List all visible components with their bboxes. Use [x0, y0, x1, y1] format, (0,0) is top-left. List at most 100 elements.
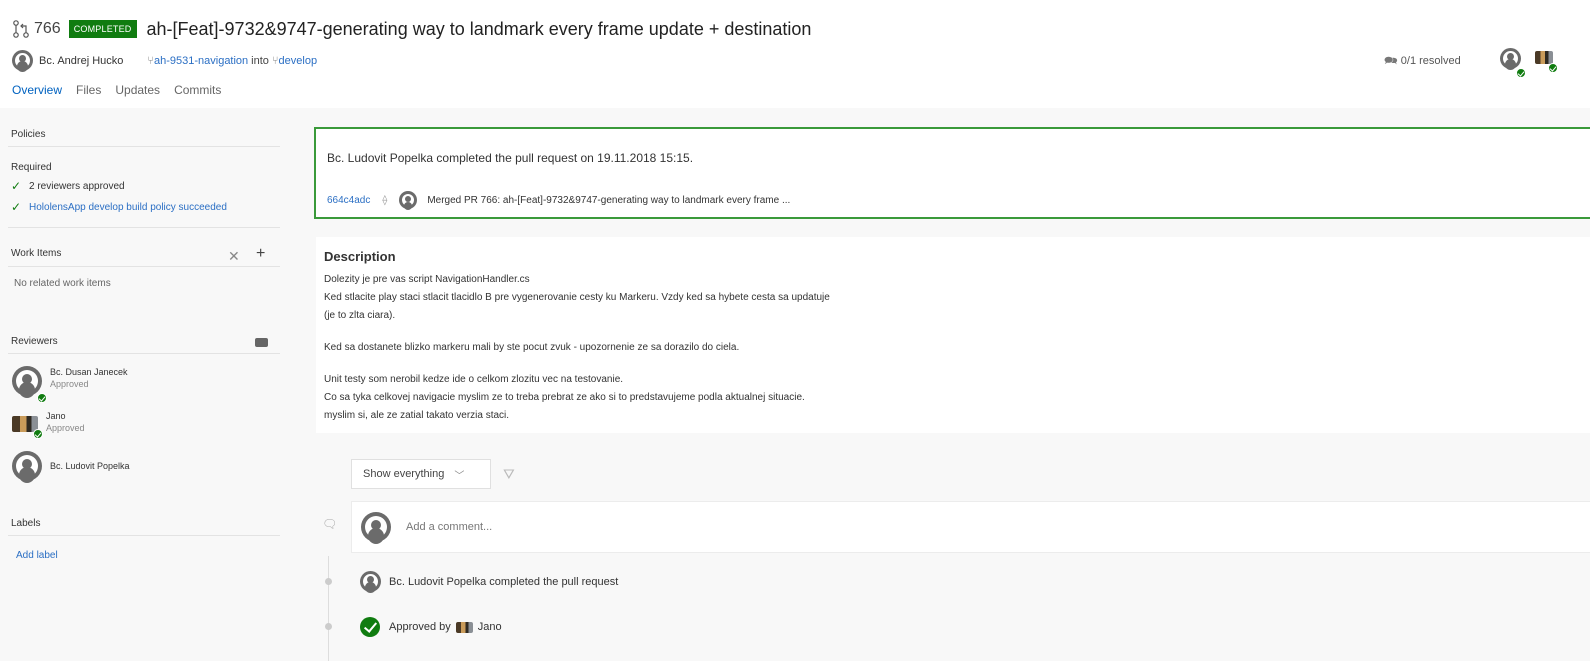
- approved-check-icon: [360, 617, 380, 637]
- merge-commit-row: 664c4adc ⟠ Merged PR 766: ah-[Feat]-9732…: [327, 191, 790, 209]
- avatar: [12, 366, 42, 396]
- target-branch-link[interactable]: develop: [279, 55, 318, 67]
- timeline-event: Bc. Ludovit Popelka completed the pull r…: [360, 571, 618, 592]
- title-row: 766 COMPLETED ah-[Feat]-9732&9747-genera…: [12, 17, 811, 41]
- reviewer-status: Approved: [46, 423, 85, 433]
- reviewer-item[interactable]: Bc. Dusan Janecek Approved: [12, 366, 128, 403]
- author-avatar: [12, 50, 33, 71]
- description-line: Ked sa dostanete blizko markeru mali by …: [324, 342, 740, 353]
- tab-overview[interactable]: Overview: [12, 83, 62, 97]
- filter-icon[interactable]: ⛛: [503, 466, 519, 482]
- tab-updates[interactable]: Updates: [115, 83, 160, 97]
- activity-filter-dropdown[interactable]: Show everything ﹀: [351, 459, 491, 489]
- commit-link[interactable]: 664c4adc: [327, 195, 370, 206]
- check-icon: ✓: [11, 200, 22, 214]
- author-name[interactable]: Bc. Andrej Hucko: [39, 55, 123, 67]
- timeline-dot: [325, 578, 332, 585]
- pr-meta: Bc. Andrej Hucko ⑂ ah-9531-navigation in…: [12, 50, 317, 71]
- pr-header: 766 COMPLETED ah-[Feat]-9732&9747-genera…: [0, 0, 1590, 108]
- reviewer-avatar: [12, 451, 42, 484]
- divider: [8, 227, 280, 228]
- policies-title: Policies: [11, 129, 46, 140]
- no-work-items: No related work items: [14, 278, 111, 289]
- reviewer-name: Jano: [46, 411, 66, 421]
- approved-check-icon: [37, 393, 47, 403]
- labels-title: Labels: [11, 518, 41, 529]
- resolved-counter[interactable]: 🗪 0/1 resolved: [1384, 52, 1461, 71]
- timeline-line: [328, 556, 329, 661]
- tab-files[interactable]: Files: [76, 83, 101, 97]
- reviewer-avatar[interactable]: [1535, 51, 1558, 73]
- into-text: into: [251, 54, 269, 67]
- source-branch-link[interactable]: ah-9531-navigation: [154, 55, 248, 67]
- avatar: [1500, 48, 1521, 69]
- event-text: Approved by: [389, 621, 451, 633]
- add-label-link[interactable]: Add label: [16, 550, 58, 561]
- avatar: [12, 451, 42, 481]
- reviewer-avatar: [12, 410, 43, 439]
- policy-label: 2 reviewers approved: [29, 180, 125, 192]
- current-user-avatar: [361, 512, 391, 547]
- reviewer-item[interactable]: Jano Approved: [12, 410, 85, 439]
- comment-icon: 🗨: [322, 517, 338, 531]
- divider: [8, 353, 280, 354]
- avatar: [360, 571, 381, 592]
- reviewer-avatar: [12, 366, 47, 403]
- briefcase-icon[interactable]: [255, 338, 268, 347]
- pr-number: 766: [34, 20, 61, 37]
- required-label: Required: [11, 162, 52, 173]
- branch-icon: ⑂: [271, 54, 279, 67]
- description-card: Description Dolezity je pre vas script N…: [316, 237, 1590, 433]
- description-line: Co sa tyka celkovej navigacie myslim ze …: [324, 392, 805, 403]
- approved-check-icon: [33, 429, 43, 439]
- description-line: Ked stlacite play staci stlacit tlacidlo…: [324, 292, 830, 303]
- pull-request-icon: [13, 20, 29, 38]
- description-title: Description: [324, 249, 396, 264]
- chevron-down-icon: ﹀: [454, 470, 465, 482]
- timeline-event: Approved by Jano: [360, 617, 502, 637]
- description-line: Unit testy som nerobil kedze ide o celko…: [324, 374, 624, 385]
- event-user[interactable]: Jano: [478, 621, 502, 633]
- policy-item: ✓ 2 reviewers approved: [11, 179, 125, 193]
- description-line: myslim si, ale ze zatial takato verzia s…: [324, 410, 510, 421]
- reviewers-title: Reviewers: [11, 336, 58, 347]
- reviewer-name: Bc. Ludovit Popelka: [50, 461, 130, 471]
- description-line: (je to zlta ciara).: [324, 310, 396, 321]
- close-icon[interactable]: ✕: [228, 248, 240, 265]
- status-badge: COMPLETED: [68, 20, 137, 38]
- description-line: Dolezity je pre vas script NavigationHan…: [324, 274, 530, 285]
- merge-message: Merged PR 766: ah-[Feat]-9732&9747-gener…: [427, 194, 791, 206]
- tab-bar: Overview Files Updates Commits: [12, 83, 235, 97]
- avatar-photo: [455, 621, 473, 633]
- timeline-dot: [325, 623, 332, 630]
- divider: [8, 266, 280, 267]
- commit-icon: ⟠: [382, 194, 388, 206]
- completed-banner: Bc. Ludovit Popelka completed the pull r…: [314, 127, 1590, 219]
- work-items-title: Work Items: [11, 248, 62, 259]
- divider: [8, 146, 280, 147]
- reviewer-name: Bc. Dusan Janecek: [50, 367, 128, 377]
- avatar: [361, 512, 391, 542]
- filter-value: Show everything: [363, 468, 445, 480]
- reviewer-avatar[interactable]: [1500, 48, 1526, 78]
- add-icon[interactable]: +: [256, 245, 265, 263]
- check-icon: ✓: [11, 179, 22, 193]
- policy-item[interactable]: ✓ HololensApp develop build policy succe…: [11, 200, 227, 214]
- completed-text: Bc. Ludovit Popelka completed the pull r…: [327, 151, 694, 165]
- comment-input[interactable]: Add a comment...: [406, 521, 492, 533]
- approved-check-icon: [1516, 68, 1526, 78]
- resolved-count: 0/1 resolved: [1400, 55, 1461, 67]
- comments-icon: 🗪: [1384, 55, 1398, 67]
- pr-title: ah-[Feat]-9732&9747-generating way to la…: [146, 18, 812, 39]
- reviewer-item[interactable]: Bc. Ludovit Popelka: [12, 451, 130, 484]
- reviewer-status: Approved: [50, 379, 89, 389]
- avatar-photo: [1535, 51, 1553, 64]
- policy-link[interactable]: HololensApp develop build policy succeed…: [29, 202, 227, 213]
- reviewer-info: Bc. Dusan Janecek Approved: [50, 366, 128, 390]
- event-text: Bc. Ludovit Popelka completed the pull r…: [389, 575, 619, 588]
- tab-commits[interactable]: Commits: [174, 83, 221, 97]
- author-avatar: [399, 191, 418, 209]
- branch-icon: ⑂: [147, 54, 154, 67]
- comment-composer[interactable]: Add a comment...: [351, 501, 1590, 553]
- reviewer-info: Bc. Ludovit Popelka: [50, 451, 130, 472]
